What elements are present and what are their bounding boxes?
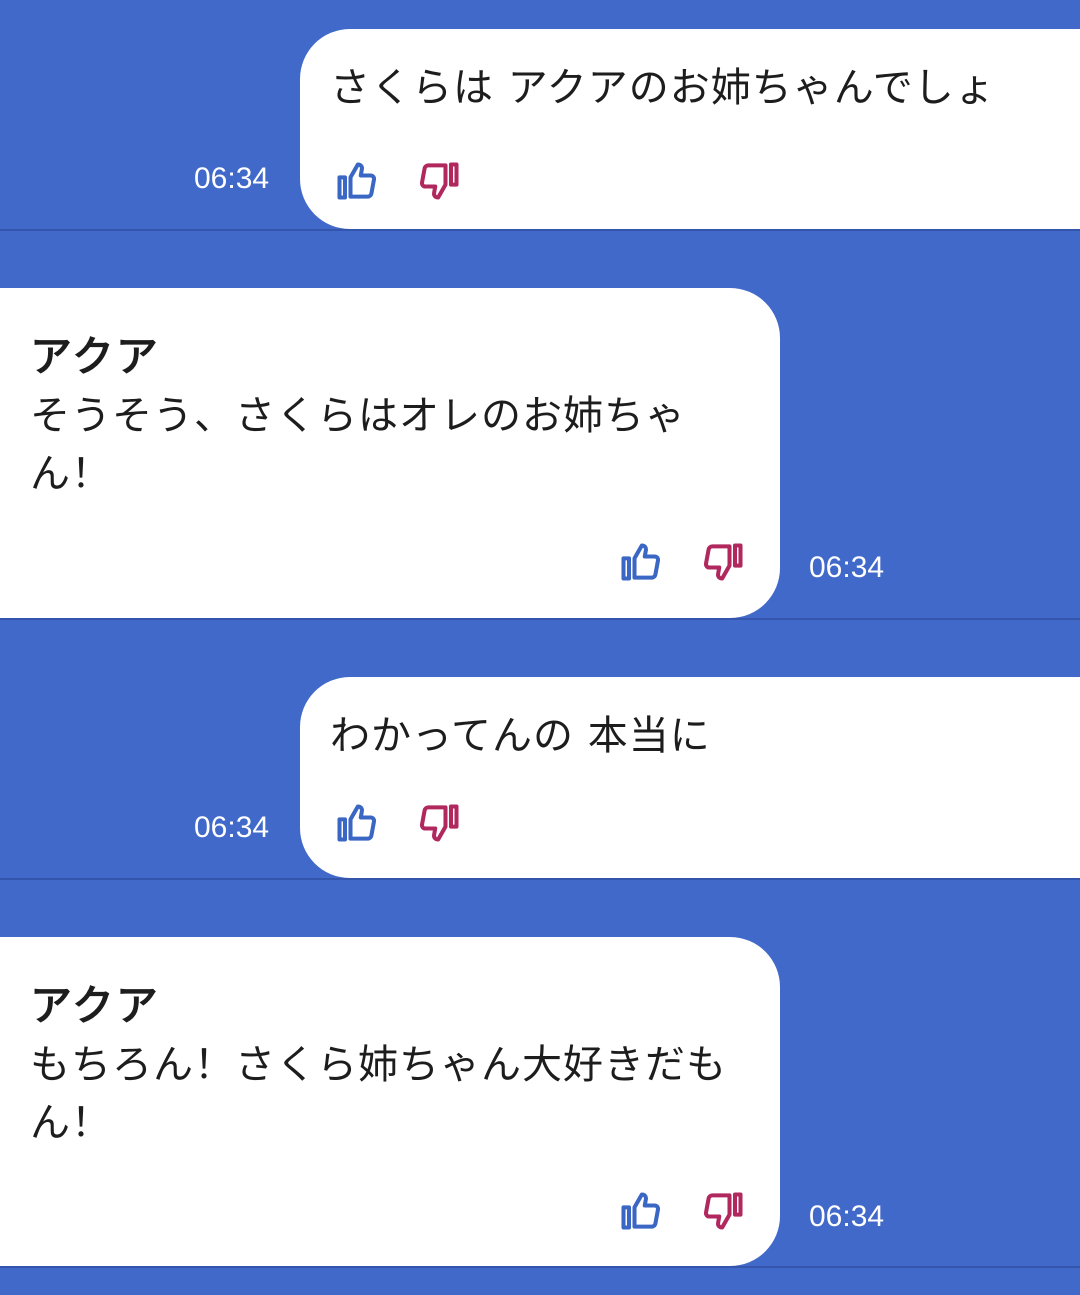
- sender-name: アクア: [30, 332, 160, 381]
- thumbs-down-icon[interactable]: [418, 159, 462, 203]
- message-timestamp: 06:34: [194, 811, 270, 844]
- user-message-bubble: さくらは アクアのお姉ちゃんでしょ: [300, 29, 1080, 229]
- thumbs-down-icon[interactable]: [702, 540, 746, 584]
- message-text: わかってんの 本当に: [330, 713, 711, 759]
- bot-message-bubble: アクア そうそう、さくらはオレのお姉ちゃん！: [0, 288, 780, 618]
- message-timestamp: 06:34: [809, 1200, 885, 1233]
- message-text: もちろん！さくら姉ちゃん大好きだもん！: [30, 1042, 727, 1146]
- row-divider: [0, 229, 1080, 231]
- message-text: そうそう、さくらはオレのお姉ちゃん！: [30, 393, 686, 497]
- row-divider: [0, 878, 1080, 880]
- message-timestamp: 06:34: [809, 551, 885, 584]
- thumbs-up-icon[interactable]: [334, 801, 378, 845]
- row-divider: [0, 1266, 1080, 1268]
- thumbs-down-icon[interactable]: [418, 801, 462, 845]
- bot-message-bubble: アクア もちろん！さくら姉ちゃん大好きだもん！: [0, 937, 780, 1266]
- thumbs-up-icon[interactable]: [618, 540, 662, 584]
- message-timestamp: 06:34: [194, 162, 270, 195]
- thumbs-up-icon[interactable]: [334, 159, 378, 203]
- thumbs-down-icon[interactable]: [702, 1189, 746, 1233]
- sender-name: アクア: [30, 981, 160, 1030]
- row-divider: [0, 618, 1080, 620]
- user-message-bubble: わかってんの 本当に: [300, 677, 1080, 878]
- message-text: さくらは アクアのお姉ちゃんでしょ: [330, 65, 996, 111]
- thumbs-up-icon[interactable]: [618, 1189, 662, 1233]
